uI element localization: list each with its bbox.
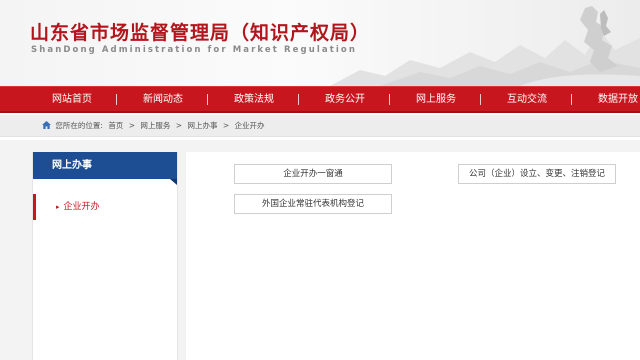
site-subtitle: ShanDong Administration for Market Regul… [31, 45, 357, 55]
breadcrumb-separator: > [222, 121, 230, 130]
breadcrumb-link-online-service[interactable]: 网上服务 [140, 121, 170, 130]
site-header: 山东省市场监督管理局（知识产权局） ShanDong Administratio… [0, 0, 640, 86]
breadcrumb-separator: > [128, 121, 135, 130]
sidebar-heading: 网上办事 [33, 152, 177, 185]
breadcrumb-bar: 您所在的位置: 首页 > 网上服务 > 网上办事 > 企业开办 [0, 115, 640, 137]
nav-divider [116, 94, 117, 105]
nav-divider [480, 94, 481, 105]
nav-divider [389, 94, 390, 105]
caret-right-icon: ▸ [56, 203, 60, 211]
main-nav: 网站首页 新闻动态 政策法规 政务公开 网上服务 互动交流 数据开放 [0, 86, 640, 113]
main-content: 企业开办一窗通 公司（企业）设立、变更、注销登记 外国企业常驻代表机构登记 [186, 152, 640, 360]
nav-item-news[interactable]: 新闻动态 [143, 87, 183, 112]
sidebar-item-business-startup[interactable]: ▸ 企业开办 [33, 194, 177, 220]
breadcrumb-prefix: 您所在的位置: [55, 121, 103, 130]
nav-divider [571, 94, 572, 105]
service-link-company-registration[interactable]: 公司（企业）设立、变更、注销登记 [458, 164, 616, 184]
sidebar: 网上办事 ▸ 企业开办 [32, 152, 178, 360]
nav-item-interaction[interactable]: 互动交流 [507, 87, 547, 112]
nav-item-online-service[interactable]: 网上服务 [416, 87, 456, 112]
sidebar-item-label: 企业开办 [63, 202, 100, 212]
nav-item-gov-affairs[interactable]: 政务公开 [325, 87, 365, 112]
breadcrumb-current: 企业开办 [234, 121, 265, 130]
breadcrumb-separator: > [175, 121, 183, 130]
service-link-foreign-office-registration[interactable]: 外国企业常驻代表机构登记 [234, 194, 392, 214]
breadcrumb: 您所在的位置: 首页 > 网上服务 > 网上办事 > 企业开办 [42, 115, 268, 137]
nav-item-open-data[interactable]: 数据开放 [598, 87, 638, 112]
nav-divider [298, 94, 299, 105]
breadcrumb-link-online-affairs[interactable]: 网上办事 [187, 121, 217, 130]
site-title: 山东省市场监督管理局（知识产权局） [30, 22, 371, 44]
nav-divider [207, 94, 208, 105]
home-icon [42, 121, 51, 129]
service-link-one-window[interactable]: 企业开办一窗通 [234, 164, 392, 184]
nav-item-home[interactable]: 网站首页 [52, 87, 92, 112]
nav-item-policy[interactable]: 政策法规 [234, 87, 274, 112]
breadcrumb-link-home[interactable]: 首页 [108, 121, 123, 130]
